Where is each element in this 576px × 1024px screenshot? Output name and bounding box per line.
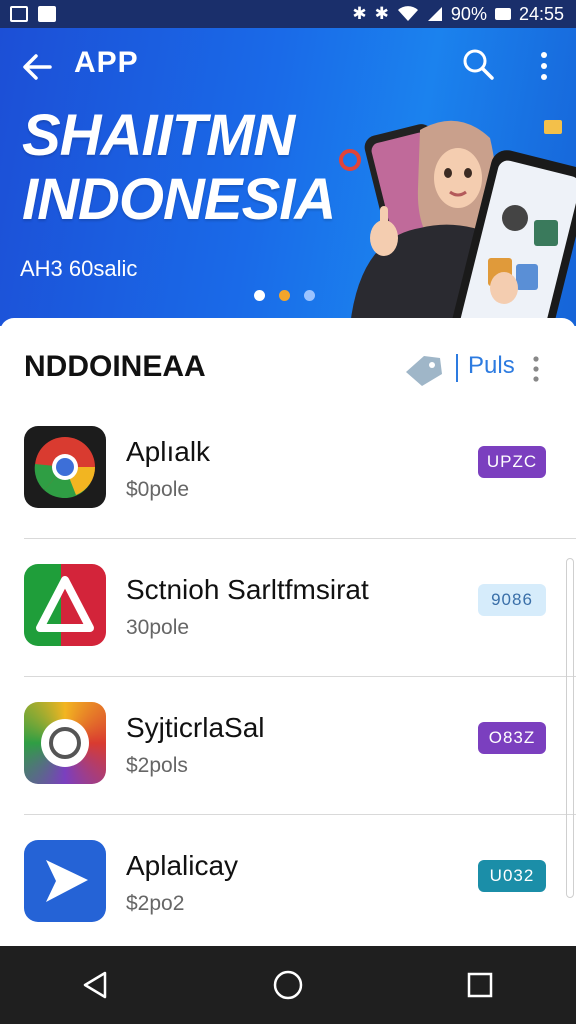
clock: 24:55 bbox=[518, 3, 564, 24]
scrollbar[interactable] bbox=[566, 558, 574, 898]
wifi-icon bbox=[397, 6, 418, 21]
section-more-icon[interactable] bbox=[530, 354, 542, 384]
app-name: Aplıalk bbox=[126, 436, 211, 467]
list-item[interactable]: Aplalicay $2po2 U032 bbox=[0, 814, 576, 952]
bluetooth-icon: ✱ bbox=[352, 4, 367, 23]
app-list-card: NDDOINEAA Puls Aplıalk $0pole UPZC Sctni… bbox=[0, 318, 576, 946]
app-price: 30pole bbox=[126, 616, 190, 639]
chrome-icon[interactable] bbox=[24, 426, 106, 508]
back-arrow-icon[interactable] bbox=[20, 50, 54, 84]
carousel-dot[interactable] bbox=[304, 290, 315, 301]
hero-banner[interactable]: APP SHAIITMN INDONESIA AH3 60salic bbox=[0, 28, 576, 326]
tag-icon[interactable] bbox=[402, 352, 444, 388]
app-badge[interactable]: UPZC bbox=[478, 446, 546, 478]
app-name: SyjticrlaSal bbox=[126, 712, 265, 743]
section-title: NDDOINEAA bbox=[24, 350, 206, 383]
plus-link[interactable]: Puls bbox=[468, 352, 515, 380]
carousel-dot-active[interactable] bbox=[279, 290, 290, 301]
gear-icon[interactable] bbox=[24, 702, 106, 784]
home-nav-icon[interactable] bbox=[271, 968, 305, 1002]
banner-illustration bbox=[339, 120, 576, 326]
app-price: $0pole bbox=[126, 478, 190, 501]
list-item[interactable]: SyjticrlaSal $2pols O83Z bbox=[0, 676, 576, 814]
app-name: Aplalicay bbox=[126, 850, 239, 881]
signal-icon bbox=[427, 7, 442, 21]
delta-icon[interactable] bbox=[24, 564, 106, 646]
image-notification-icon bbox=[38, 6, 56, 22]
app-price: $2po2 bbox=[126, 892, 185, 915]
app-price: $2pols bbox=[126, 754, 188, 777]
app-badge[interactable]: U032 bbox=[478, 860, 546, 892]
app-name: Sctnioh Sarltfmsirat bbox=[126, 574, 369, 605]
carousel-indicator[interactable] bbox=[254, 290, 315, 301]
list-item[interactable]: Aplıalk $0pole UPZC bbox=[0, 400, 576, 538]
bluetooth-icon-2: ✱ bbox=[374, 4, 389, 23]
headline-line-1: SHAIITMN bbox=[22, 103, 295, 168]
send-icon[interactable] bbox=[24, 840, 106, 922]
recents-nav-icon[interactable] bbox=[463, 968, 497, 1002]
navigation-bar bbox=[0, 946, 576, 1024]
battery-icon bbox=[494, 8, 511, 20]
list-item[interactable]: Sctnioh Sarltfmsirat 30pole 9086 bbox=[0, 538, 576, 676]
headline-line-2: INDONESIA bbox=[22, 167, 336, 232]
status-bar: ✱ ✱ 90% 24:55 bbox=[0, 0, 576, 28]
app-badge[interactable]: 9086 bbox=[478, 584, 546, 616]
notification-icon bbox=[10, 6, 28, 22]
separator bbox=[456, 354, 458, 382]
banner-headline: SHAIITMN INDONESIA bbox=[22, 103, 336, 232]
back-nav-icon[interactable] bbox=[79, 968, 113, 1002]
carousel-dot[interactable] bbox=[254, 290, 265, 301]
banner-subtitle: AH3 60salic bbox=[20, 256, 138, 281]
battery-percent: 90% bbox=[450, 3, 487, 24]
app-title: APP bbox=[74, 46, 139, 79]
app-badge[interactable]: O83Z bbox=[478, 722, 546, 754]
